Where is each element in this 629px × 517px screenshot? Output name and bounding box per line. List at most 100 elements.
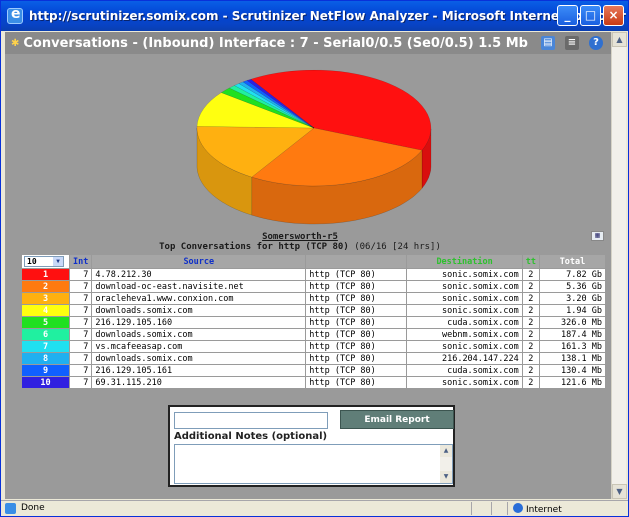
row-destination[interactable]: sonic.somix.com [406, 268, 523, 281]
row-tt: 2 [521, 316, 540, 329]
row-tt: 2 [521, 328, 540, 341]
rank-badge: 5 [21, 316, 70, 329]
row-tt: 2 [521, 376, 540, 389]
email-input[interactable] [174, 412, 328, 429]
row-app: http (TCP 80) [305, 280, 408, 293]
row-destination[interactable]: sonic.somix.com [406, 340, 523, 353]
report-date: (06/16 [24 hrs]) [354, 242, 441, 252]
rows-select[interactable]: 10 ▼ [24, 256, 64, 267]
row-source[interactable]: 4.78.212.30 [91, 268, 307, 281]
row-destination[interactable]: sonic.somix.com [406, 292, 523, 305]
row-int: 7 [68, 304, 93, 317]
row-source[interactable]: 216.129.105.160 [91, 316, 307, 329]
rank-badge: 6 [21, 328, 70, 341]
row-app: http (TCP 80) [305, 304, 408, 317]
page-title: Conversations - (Inbound) Interface : 7 … [23, 35, 528, 51]
notes-label: Additional Notes (optional) [174, 431, 328, 442]
scroll-up-icon[interactable]: ▲ [440, 445, 452, 457]
print-icon[interactable]: ≡ [565, 36, 579, 50]
scroll-up-icon[interactable]: ▲ [612, 32, 627, 47]
row-source[interactable]: download-oc-east.navisite.net [91, 280, 307, 293]
page-scrollbar[interactable]: ▲ ▼ [611, 32, 627, 499]
row-total: 5.36 Gb [538, 280, 607, 293]
minimize-button[interactable]: _ [557, 5, 578, 26]
row-int: 7 [68, 268, 93, 281]
row-source[interactable]: downloads.somix.com [91, 328, 307, 341]
scroll-down-icon[interactable]: ▼ [440, 471, 452, 483]
browser-window: http://scrutinizer.somix.com - Scrutiniz… [0, 0, 629, 517]
table-row[interactable]: 8 7 downloads.somix.com http (TCP 80) 216.20… [21, 352, 607, 365]
window-title: http://scrutinizer.somix.com - Scrutiniz… [29, 9, 626, 23]
close-button[interactable]: × [603, 5, 624, 26]
table-row[interactable]: 1 7 4.78.212.30 http (TCP 80) sonic.somix.co… [21, 268, 607, 281]
table-row[interactable]: 5 7 216.129.105.160 http (TCP 80) cuda.somix… [21, 316, 607, 329]
table-row[interactable]: 6 7 downloads.somix.com http (TCP 80) webnm.… [21, 328, 607, 341]
rank-badge: 10 [21, 376, 70, 389]
table-row[interactable]: 10 7 69.31.115.210 http (TCP 80) sonic.somix… [21, 376, 607, 389]
row-source[interactable]: oracleheva1.www.conxion.com [91, 292, 307, 305]
row-int: 7 [68, 376, 93, 389]
row-app: http (TCP 80) [305, 352, 408, 365]
table-row[interactable]: 2 7 download-oc-east.navisite.net http (TCP… [21, 280, 607, 293]
row-total: 326.0 Mb [538, 316, 607, 329]
rank-badge: 7 [21, 340, 70, 353]
row-destination[interactable]: cuda.somix.com [406, 364, 523, 377]
status-bar: Done Internet [1, 500, 628, 516]
header-total[interactable]: Total [538, 254, 607, 269]
notes-scrollbar[interactable]: ▲ ▼ [440, 445, 452, 483]
row-int: 7 [68, 280, 93, 293]
ie-icon [7, 6, 23, 24]
row-source[interactable]: 69.31.115.210 [91, 376, 307, 389]
row-app: http (TCP 80) [305, 364, 408, 377]
row-app: http (TCP 80) [305, 316, 408, 329]
flow-icon: ✱ [11, 37, 20, 49]
row-destination[interactable]: sonic.somix.com [406, 280, 523, 293]
row-total: 187.4 Mb [538, 328, 607, 341]
row-tt: 2 [521, 364, 540, 377]
row-tt: 2 [521, 268, 540, 281]
header-source[interactable]: Source [91, 254, 307, 269]
row-app: http (TCP 80) [305, 292, 408, 305]
report-subtitle: Top Conversations for http (TCP 80) [159, 242, 349, 252]
status-text: Done [21, 503, 45, 513]
row-source[interactable]: downloads.somix.com [91, 352, 307, 365]
row-app: http (TCP 80) [305, 328, 408, 341]
row-total: 161.3 Mb [538, 340, 607, 353]
row-int: 7 [68, 352, 93, 365]
row-source[interactable]: 216.129.105.161 [91, 364, 307, 377]
email-report-button[interactable]: Email Report [340, 410, 454, 429]
chart-options-icon[interactable]: ▦ [591, 231, 604, 241]
table-row[interactable]: 4 7 downloads.somix.com http (TCP 80) sonic.… [21, 304, 607, 317]
row-destination[interactable]: 216.204.147.224 [406, 352, 523, 365]
chevron-down-icon: ▼ [53, 257, 63, 266]
title-bar[interactable]: http://scrutinizer.somix.com - Scrutiniz… [1, 1, 628, 31]
notes-textarea[interactable]: ▲ ▼ [174, 444, 453, 484]
maximize-button[interactable]: □ [580, 5, 601, 26]
rank-badge: 3 [21, 292, 70, 305]
table-row[interactable]: 3 7 oracleheva1.www.conxion.com http (TCP 8… [21, 292, 607, 305]
row-source[interactable]: vs.mcafeeasap.com [91, 340, 307, 353]
scroll-down-icon[interactable]: ▼ [612, 484, 627, 499]
help-icon[interactable]: ? [589, 36, 603, 50]
row-tt: 2 [521, 340, 540, 353]
header-blank [305, 254, 408, 269]
export-icon[interactable]: ▤ [541, 36, 555, 50]
row-destination[interactable]: webnm.somix.com [406, 328, 523, 341]
row-destination[interactable]: sonic.somix.com [406, 304, 523, 317]
email-report-panel: Email Report Additional Notes (optional)… [168, 405, 455, 487]
row-int: 7 [68, 292, 93, 305]
table-row[interactable]: 9 7 216.129.105.161 http (TCP 80) cuda.somix… [21, 364, 607, 377]
table-row[interactable]: 7 7 vs.mcafeeasap.com http (TCP 80) sonic.so… [21, 340, 607, 353]
security-zone: Internet [513, 503, 562, 515]
row-destination[interactable]: cuda.somix.com [406, 316, 523, 329]
rank-badge: 1 [21, 268, 70, 281]
header-int[interactable]: Int [68, 254, 93, 269]
header-tt[interactable]: tt [521, 254, 540, 269]
header-destination[interactable]: Destination [406, 254, 523, 269]
row-source[interactable]: downloads.somix.com [91, 304, 307, 317]
main-content: Somersworth-r5 Top Conversations for htt… [5, 54, 613, 499]
row-destination[interactable]: sonic.somix.com [406, 376, 523, 389]
router-name[interactable]: Somersworth-r5 [5, 232, 595, 242]
row-int: 7 [68, 316, 93, 329]
row-total: 7.82 Gb [538, 268, 607, 281]
